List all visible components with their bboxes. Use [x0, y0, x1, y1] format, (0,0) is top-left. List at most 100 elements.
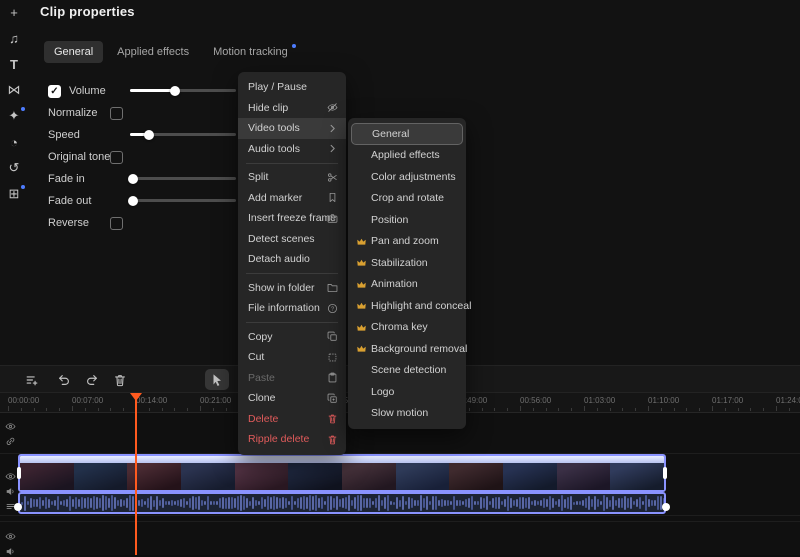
waveform-bar: [66, 498, 68, 508]
video-frame-thumbnail: [395, 463, 450, 490]
sidebar-transitions-icon[interactable]: ⋈: [4, 80, 24, 100]
menu-item-insert-freeze-frame[interactable]: Insert freeze frame: [238, 208, 346, 229]
waveform-bar: [249, 500, 251, 506]
waveform-bar: [123, 500, 125, 506]
waveform-bar: [405, 501, 407, 505]
submenu-item-slow-motion[interactable]: Slow motion: [348, 403, 466, 425]
redo-button[interactable]: [80, 369, 104, 390]
playhead-handle[interactable]: [130, 393, 142, 401]
submenu-item-chroma-key[interactable]: Chroma key: [348, 317, 466, 339]
redo-icon: [85, 373, 99, 387]
tab-general[interactable]: General: [44, 41, 104, 63]
slider-fade-out[interactable]: [128, 195, 236, 206]
ruler-label: 01:10:00: [648, 396, 680, 405]
undo-button[interactable]: [52, 369, 76, 390]
submenu-item-general[interactable]: General: [351, 123, 463, 145]
slider-knob[interactable]: [128, 195, 139, 206]
menu-item-hide-clip[interactable]: Hide clip: [238, 98, 346, 119]
menu-item-video-tools[interactable]: Video tools: [238, 118, 346, 139]
delete-button[interactable]: [108, 369, 132, 390]
property-label: Fade out: [48, 195, 92, 207]
tab-motion-tracking[interactable]: Motion tracking: [203, 41, 298, 63]
audio-clip[interactable]: [18, 492, 666, 514]
sidebar-titles-icon[interactable]: T: [4, 54, 24, 74]
submenu-item-background-removal[interactable]: Background removal: [348, 338, 467, 360]
menu-item-clone[interactable]: Clone: [238, 388, 346, 409]
checkbox-original-tone[interactable]: [110, 150, 123, 164]
menu-item-split[interactable]: Split: [238, 167, 346, 188]
clip-trim-handle-left[interactable]: [17, 467, 21, 479]
video-track-speaker-button[interactable]: [5, 486, 16, 497]
submenu-item-pan-and-zoom[interactable]: Pan and zoom: [348, 231, 466, 253]
slider-knob[interactable]: [128, 173, 139, 184]
menu-item-cut[interactable]: Cut: [238, 347, 346, 368]
waveform-bar: [276, 497, 278, 509]
waveform-bar: [639, 496, 641, 510]
clip-thumbnails: [20, 463, 664, 490]
speaker-icon: [5, 546, 16, 557]
slider-fade-in[interactable]: [128, 173, 236, 184]
menu-item-detect-scenes[interactable]: Detect scenes: [238, 229, 346, 250]
video-clip[interactable]: [17, 454, 667, 492]
video-track-eye-button[interactable]: [5, 471, 16, 482]
sidebar-effects-icon[interactable]: ✦: [4, 106, 25, 126]
menu-item-add-marker[interactable]: Add marker: [238, 188, 346, 209]
ruler-tick: [225, 408, 227, 411]
waveform-bar: [540, 500, 542, 506]
menu-item-file-information[interactable]: File information: [238, 298, 346, 319]
submenu-item-color-adjustments[interactable]: Color adjustments: [348, 166, 466, 188]
audio-trim-handle-right[interactable]: [662, 503, 670, 511]
slider-knob[interactable]: [144, 129, 155, 140]
submenu-item-position[interactable]: Position: [348, 209, 466, 231]
waveform-bar: [657, 496, 659, 510]
waveform-bar: [102, 495, 104, 511]
track-controls-icon: [25, 373, 39, 387]
checkbox-normalize[interactable]: [110, 106, 123, 120]
premium-icon-slot: [356, 343, 371, 354]
clip-trim-handle-right[interactable]: [663, 467, 667, 479]
menu-item-show-in-folder[interactable]: Show in folder: [238, 278, 346, 299]
sidebar-motion-icon[interactable]: ↺: [4, 158, 24, 178]
audio-trim-handle-left[interactable]: [14, 503, 22, 511]
playhead-line[interactable]: [135, 393, 137, 555]
submenu-item-scene-detection[interactable]: Scene detection: [348, 360, 466, 382]
menu-item-play-pause[interactable]: Play / Pause: [238, 77, 346, 98]
checkbox-reverse[interactable]: [110, 216, 123, 230]
menu-divider: [246, 273, 338, 274]
submenu-item-applied-effects[interactable]: Applied effects: [348, 145, 466, 167]
menu-item-ripple-delete[interactable]: Ripple delete: [238, 429, 346, 450]
sidebar-add-icon[interactable]: +: [4, 2, 24, 22]
track-1-eye-button[interactable]: [5, 421, 16, 432]
menu-item-audio-tools[interactable]: Audio tools: [238, 139, 346, 160]
slider-speed[interactable]: [130, 129, 236, 140]
waveform-bar: [294, 500, 296, 506]
track-3-eye-button[interactable]: [5, 531, 16, 542]
menu-item-label: Detect scenes: [248, 232, 315, 245]
submenu-item-highlight-and-conceal[interactable]: Highlight and conceal: [348, 295, 471, 317]
sidebar-filters-icon[interactable]: ◔: [4, 132, 24, 152]
ruler-tick: [788, 408, 790, 411]
track-3-speaker-button[interactable]: [5, 546, 16, 557]
ruler-tick: [520, 406, 521, 411]
checkbox-volume[interactable]: ✓: [48, 84, 61, 98]
tab-applied-effects[interactable]: Applied effects: [107, 41, 199, 63]
slider-volume[interactable]: [130, 85, 236, 96]
submenu-item-crop-and-rotate[interactable]: Crop and rotate: [348, 188, 466, 210]
new-badge-dot: [21, 107, 25, 111]
menu-item-delete[interactable]: Delete: [238, 409, 346, 430]
track-1-link-button[interactable]: [5, 436, 16, 447]
track-controls-button[interactable]: [20, 369, 44, 390]
sidebar-media-icon[interactable]: ♫: [4, 28, 24, 48]
waveform-bar: [624, 496, 626, 510]
submenu-item-animation[interactable]: Animation: [348, 274, 466, 296]
waveform-bar: [483, 498, 485, 508]
submenu-item-logo[interactable]: Logo: [348, 381, 466, 403]
menu-item-detach-audio[interactable]: Detach audio: [238, 249, 346, 270]
slider-knob[interactable]: [169, 85, 180, 96]
effects-glyph: ✦: [8, 108, 20, 123]
submenu-item-stabilization[interactable]: Stabilization: [348, 252, 466, 274]
ruler-tick: [481, 408, 483, 411]
select-tool-button[interactable]: [205, 369, 229, 390]
menu-item-copy[interactable]: Copy: [238, 327, 346, 348]
sidebar-more-tools-icon[interactable]: ⊞: [4, 184, 25, 204]
